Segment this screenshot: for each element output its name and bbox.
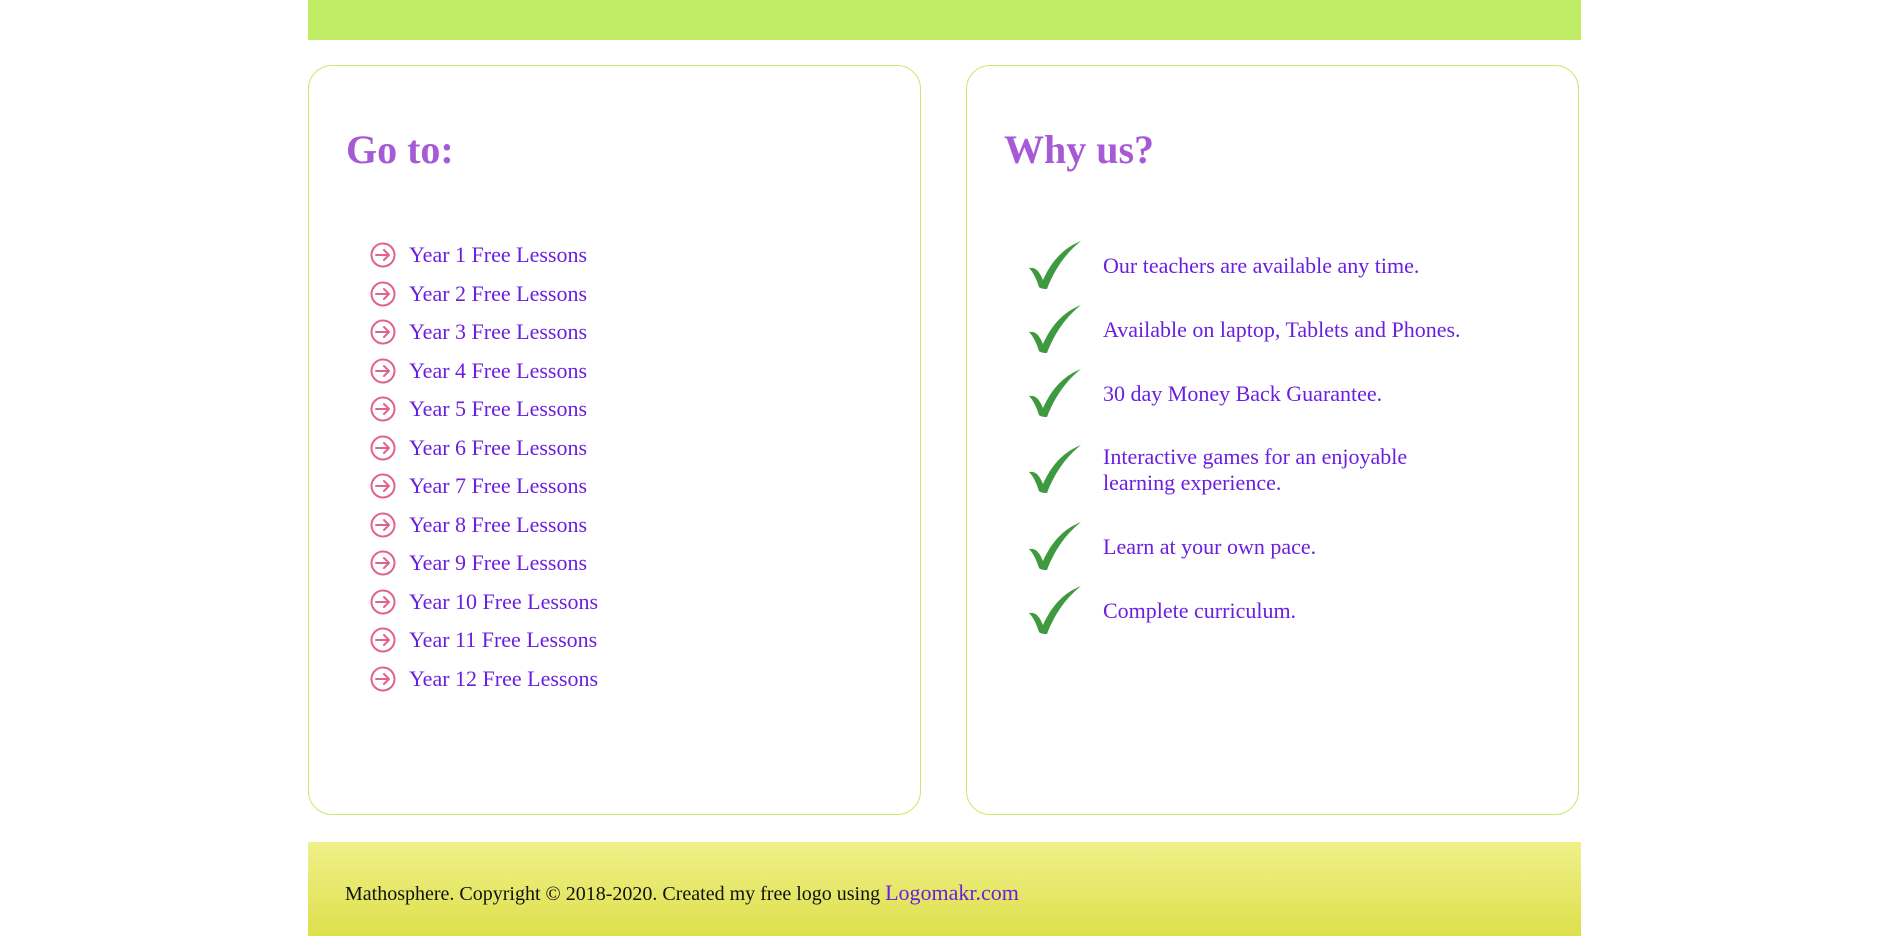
- circle-arrow-right-icon: [369, 318, 397, 346]
- year-11-lessons-link[interactable]: Year 11 Free Lessons: [409, 627, 597, 653]
- list-item: Learn at your own pace.: [1027, 521, 1483, 573]
- year-1-lessons-link[interactable]: Year 1 Free Lessons: [409, 242, 587, 268]
- list-item: Year 9 Free Lessons: [369, 544, 598, 583]
- feature-text: Available on laptop, Tablets and Phones.: [1103, 317, 1461, 342]
- checkmark-icon: [1027, 304, 1085, 356]
- feature-text: 30 day Money Back Guarantee.: [1103, 381, 1383, 406]
- circle-arrow-right-icon: [369, 511, 397, 539]
- list-item: Year 5 Free Lessons: [369, 390, 598, 429]
- list-item: Our teachers are available any time.: [1027, 240, 1483, 292]
- year-4-lessons-link[interactable]: Year 4 Free Lessons: [409, 358, 587, 384]
- circle-arrow-right-icon: [369, 357, 397, 385]
- list-item: Complete curriculum.: [1027, 585, 1483, 637]
- checkmark-icon: [1027, 521, 1085, 573]
- year-6-lessons-link[interactable]: Year 6 Free Lessons: [409, 435, 587, 461]
- list-item: 30 day Money Back Guarantee.: [1027, 368, 1483, 420]
- year-3-lessons-link[interactable]: Year 3 Free Lessons: [409, 319, 587, 345]
- list-item: Year 11 Free Lessons: [369, 621, 598, 660]
- page: Go to: Year 1 Free Lessons Year 2 Free L…: [308, 0, 1581, 936]
- circle-arrow-right-icon: [369, 395, 397, 423]
- list-item: Year 2 Free Lessons: [369, 275, 598, 314]
- circle-arrow-right-icon: [369, 626, 397, 654]
- logomakr-link[interactable]: Logomakr.com: [885, 880, 1019, 905]
- list-item: Year 8 Free Lessons: [369, 506, 598, 545]
- checkmark-icon: [1027, 444, 1085, 496]
- year-9-lessons-link[interactable]: Year 9 Free Lessons: [409, 550, 587, 576]
- why-us-title: Why us?: [1004, 127, 1155, 172]
- feature-text: Learn at your own pace.: [1103, 534, 1317, 559]
- footer-copyright: Mathosphere. Copyright © 2018-2020. Crea…: [345, 880, 1019, 906]
- year-8-lessons-link[interactable]: Year 8 Free Lessons: [409, 512, 587, 538]
- year-10-lessons-link[interactable]: Year 10 Free Lessons: [409, 589, 598, 615]
- list-item: Year 4 Free Lessons: [369, 352, 598, 391]
- list-item: Year 1 Free Lessons: [369, 236, 598, 275]
- checkmark-icon: [1027, 240, 1085, 292]
- circle-arrow-right-icon: [369, 472, 397, 500]
- goto-card: Go to: Year 1 Free Lessons Year 2 Free L…: [308, 65, 921, 815]
- circle-arrow-right-icon: [369, 280, 397, 308]
- year-12-lessons-link[interactable]: Year 12 Free Lessons: [409, 666, 598, 692]
- why-us-card: Why us? Our teachers are available any t…: [966, 65, 1579, 815]
- circle-arrow-right-icon: [369, 549, 397, 577]
- circle-arrow-right-icon: [369, 241, 397, 269]
- list-item: Available on laptop, Tablets and Phones.: [1027, 304, 1483, 356]
- list-item: Year 7 Free Lessons: [369, 467, 598, 506]
- footer: Mathosphere. Copyright © 2018-2020. Crea…: [308, 842, 1581, 936]
- goto-list: Year 1 Free Lessons Year 2 Free Lessons …: [369, 236, 598, 698]
- circle-arrow-right-icon: [369, 434, 397, 462]
- top-bar: [308, 0, 1581, 40]
- year-7-lessons-link[interactable]: Year 7 Free Lessons: [409, 473, 587, 499]
- goto-title: Go to:: [346, 127, 454, 172]
- feature-text: Complete curriculum.: [1103, 598, 1297, 623]
- checkmark-icon: [1027, 585, 1085, 637]
- list-item: Year 6 Free Lessons: [369, 429, 598, 468]
- list-item: Year 3 Free Lessons: [369, 313, 598, 352]
- year-5-lessons-link[interactable]: Year 5 Free Lessons: [409, 396, 587, 422]
- list-item: Year 12 Free Lessons: [369, 660, 598, 699]
- year-2-lessons-link[interactable]: Year 2 Free Lessons: [409, 281, 587, 307]
- circle-arrow-right-icon: [369, 665, 397, 693]
- list-item: Year 10 Free Lessons: [369, 583, 598, 622]
- feature-text: Our teachers are available any time.: [1103, 253, 1420, 278]
- list-item: Interactive games for an enjoyable learn…: [1027, 444, 1483, 496]
- checkmark-icon: [1027, 368, 1085, 420]
- feature-text: Interactive games for an enjoyable learn…: [1103, 444, 1408, 495]
- circle-arrow-right-icon: [369, 588, 397, 616]
- copyright-text: Mathosphere. Copyright © 2018-2020. Crea…: [345, 883, 886, 905]
